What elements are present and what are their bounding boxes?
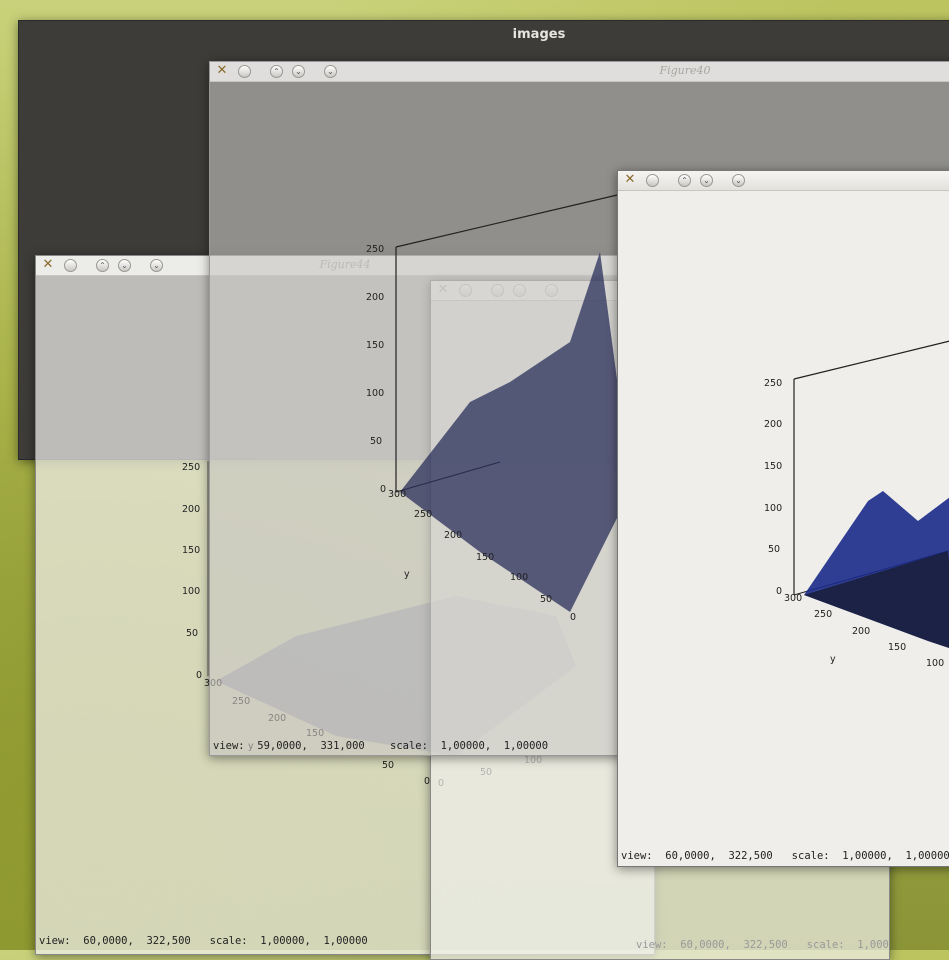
z-tick: 50 bbox=[186, 628, 198, 639]
status-bar: view: 60,0000, 322,500 scale: 1,00000, 1… bbox=[39, 935, 368, 947]
y-axis-label: y bbox=[404, 569, 410, 580]
figure-right-window: ✕ ⌃ ⌄ ⌄ 250 200 150 100 50 0 300 250 200… bbox=[617, 170, 949, 867]
close-icon[interactable]: ✕ bbox=[623, 173, 637, 187]
surface bbox=[400, 252, 630, 612]
y-tick: 250 bbox=[814, 609, 832, 620]
y-tick: 0 bbox=[570, 612, 576, 623]
z-tick: 0 bbox=[776, 586, 782, 597]
status-bar: view: 60,0000, 322,500 scale: 1,00000, 1… bbox=[636, 939, 889, 951]
maximize-icon[interactable]: ⌄ bbox=[732, 174, 745, 187]
window-title: Figure40 bbox=[659, 64, 711, 77]
surface-plot: 250 200 150 100 50 0 300 250 200 150 y 1… bbox=[764, 340, 949, 669]
y-tick: 150 bbox=[888, 642, 906, 653]
minimize-icon[interactable] bbox=[646, 174, 659, 187]
z-tick: 150 bbox=[366, 340, 384, 351]
z-tick: 200 bbox=[366, 292, 384, 303]
y-tick: 100 bbox=[510, 572, 528, 583]
y-tick: 50 bbox=[382, 760, 394, 771]
z-tick: 250 bbox=[764, 378, 782, 389]
y-tick: 200 bbox=[852, 626, 870, 637]
z-tick: 200 bbox=[182, 504, 200, 515]
z-tick: 0 bbox=[196, 670, 202, 681]
z-tick: 250 bbox=[182, 462, 200, 473]
window-title: images bbox=[512, 27, 566, 42]
z-tick: 100 bbox=[182, 586, 200, 597]
z-tick: 100 bbox=[764, 503, 782, 514]
y-tick: 200 bbox=[444, 530, 462, 541]
z-tick: 50 bbox=[768, 544, 780, 555]
y-tick: 300 bbox=[784, 593, 802, 604]
shade-up-icon[interactable]: ⌃ bbox=[678, 174, 691, 187]
y-tick: 250 bbox=[414, 509, 432, 520]
y-axis-label: y bbox=[830, 654, 836, 665]
z-tick: 250 bbox=[366, 244, 384, 255]
z-axis-ticks: 250 200 150 100 50 0 bbox=[366, 244, 386, 495]
z-tick: 200 bbox=[764, 419, 782, 430]
titlebar[interactable]: ✕ ⌃ ⌄ ⌄ bbox=[618, 171, 949, 191]
titlebar[interactable]: ✕ ⌃ ⌄ ⌄ Figure40 bbox=[210, 62, 949, 82]
status-bar: view: 60,0000, 322,500 scale: 1,00000, 1… bbox=[621, 850, 949, 862]
status-bar: view: 59,0000, 331,000 scale: 1,00000, 1… bbox=[213, 740, 549, 752]
shade-down-icon[interactable]: ⌄ bbox=[700, 174, 713, 187]
z-tick: 100 bbox=[366, 388, 384, 399]
y-tick: 50 bbox=[540, 594, 552, 605]
y-tick: 300 bbox=[388, 489, 406, 500]
z-tick: 150 bbox=[182, 545, 200, 556]
y-tick: 100 bbox=[926, 658, 944, 669]
z-tick: 0 bbox=[380, 484, 386, 495]
z-axis-ticks: 250 200 150 100 50 0 bbox=[764, 378, 782, 597]
z-tick: 50 bbox=[370, 436, 382, 447]
y-tick: 150 bbox=[476, 552, 494, 563]
z-tick: 150 bbox=[764, 461, 782, 472]
z-axis-ticks: 250 200 150 100 50 0 bbox=[182, 462, 202, 681]
